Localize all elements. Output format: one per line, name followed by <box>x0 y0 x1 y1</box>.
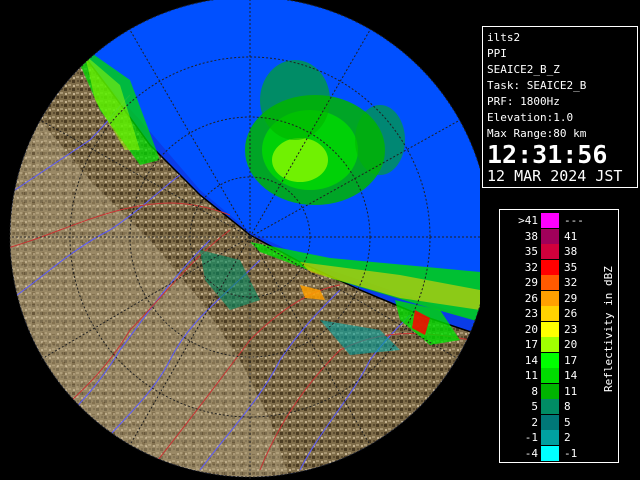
legend-high-value: 20 <box>564 338 578 351</box>
legend-row: 26 29 <box>500 290 618 306</box>
scan-time: 12:31:56 <box>487 140 608 169</box>
legend-swatch <box>541 445 559 461</box>
legend-swatch <box>541 259 559 275</box>
legend-row: 11 14 <box>500 368 618 383</box>
legend-low-value: 29 <box>524 276 538 289</box>
legend-swatch <box>541 352 559 368</box>
legend-swatch <box>541 414 559 430</box>
legend-high-value: 5 <box>564 415 571 429</box>
legend-row: >41 --- <box>500 213 618 228</box>
legend-swatch <box>541 321 559 337</box>
legend-swatch <box>541 399 559 414</box>
scan-date: 12 MAR 2024 JST <box>487 167 623 185</box>
legend-high-value: --- <box>564 214 584 227</box>
legend-high-value: 11 <box>564 384 578 398</box>
legend-row: 8 11 <box>500 383 618 399</box>
radar-ppi-display <box>0 0 480 480</box>
legend-high-value: 35 <box>564 260 578 274</box>
legend-low-value: 5 <box>531 400 538 413</box>
legend-low-value: 8 <box>531 384 538 398</box>
legend-swatch <box>541 244 559 259</box>
legend-row: 32 35 <box>500 259 618 275</box>
legend-high-value: 23 <box>564 322 578 336</box>
prf: PRF: 1800Hz <box>487 95 560 108</box>
legend-swatch <box>541 430 559 445</box>
legend-swatch <box>541 275 559 290</box>
legend-swatch <box>541 290 559 306</box>
legend-swatch <box>541 368 559 383</box>
legend-low-value: 20 <box>524 322 538 336</box>
legend-high-value: 8 <box>564 400 571 413</box>
legend-row: 29 32 <box>500 275 618 290</box>
legend-low-value: 38 <box>524 229 538 243</box>
legend-swatch <box>541 228 559 244</box>
info-box: ilts2 PPI SEAICE2_B_Z Task: SEAICE2_B PR… <box>482 26 638 188</box>
legend-high-value: 32 <box>564 276 578 289</box>
legend-high-value: 26 <box>564 307 578 320</box>
reflectivity-legend: >41 --- 38 41 35 38 32 35 29 32 26 29 23 26 20 23 17 20 14… <box>499 209 619 463</box>
legend-high-value: 2 <box>564 431 571 444</box>
max-range: Max Range:80 km <box>487 127 587 140</box>
legend-low-value: 2 <box>531 415 538 429</box>
legend-low-value: 17 <box>524 338 538 351</box>
legend-low-value: 32 <box>524 260 538 274</box>
elevation: Elevation:1.0 <box>487 111 574 124</box>
legend-high-value: 17 <box>564 353 578 367</box>
legend-low-value: >41 <box>518 214 538 227</box>
legend-low-value: 26 <box>524 291 538 305</box>
legend-swatch <box>541 306 559 321</box>
legend-row: 38 41 <box>500 228 618 244</box>
legend-high-value: 14 <box>564 369 578 382</box>
legend-row: -4 -1 <box>500 445 618 461</box>
legend-unit-label: Reflectivity in dBZ <box>602 266 615 392</box>
legend-low-value: 35 <box>524 245 538 258</box>
product-name: SEAICE2_B_Z <box>487 63 560 76</box>
legend-swatch <box>541 213 559 228</box>
legend-high-value: -1 <box>564 446 578 460</box>
legend-low-value: 14 <box>524 353 538 367</box>
legend-low-value: 23 <box>524 307 538 320</box>
legend-row: 17 20 <box>500 337 618 352</box>
legend-swatch <box>541 383 559 399</box>
legend-low-value: -4 <box>524 446 538 460</box>
legend-row: 14 17 <box>500 352 618 368</box>
product-type: PPI <box>487 47 507 60</box>
legend-high-value: 29 <box>564 291 578 305</box>
legend-row: 58 <box>500 399 618 414</box>
legend-swatch <box>541 337 559 352</box>
legend-low-value: 11 <box>524 369 538 382</box>
legend-row: 25 <box>500 414 618 430</box>
legend-high-value: 41 <box>564 229 578 243</box>
site-name: ilts2 <box>487 31 521 44</box>
legend-row: 35 38 <box>500 244 618 259</box>
legend-row: 20 23 <box>500 321 618 337</box>
info-panel: ilts2 PPI SEAICE2_B_Z Task: SEAICE2_B PR… <box>480 0 640 480</box>
legend-high-value: 38 <box>564 245 578 258</box>
legend-low-value: -1 <box>524 431 538 444</box>
task-name: Task: SEAICE2_B <box>487 79 587 92</box>
legend-row: 23 26 <box>500 306 618 321</box>
legend-row: -1 2 <box>500 430 618 445</box>
